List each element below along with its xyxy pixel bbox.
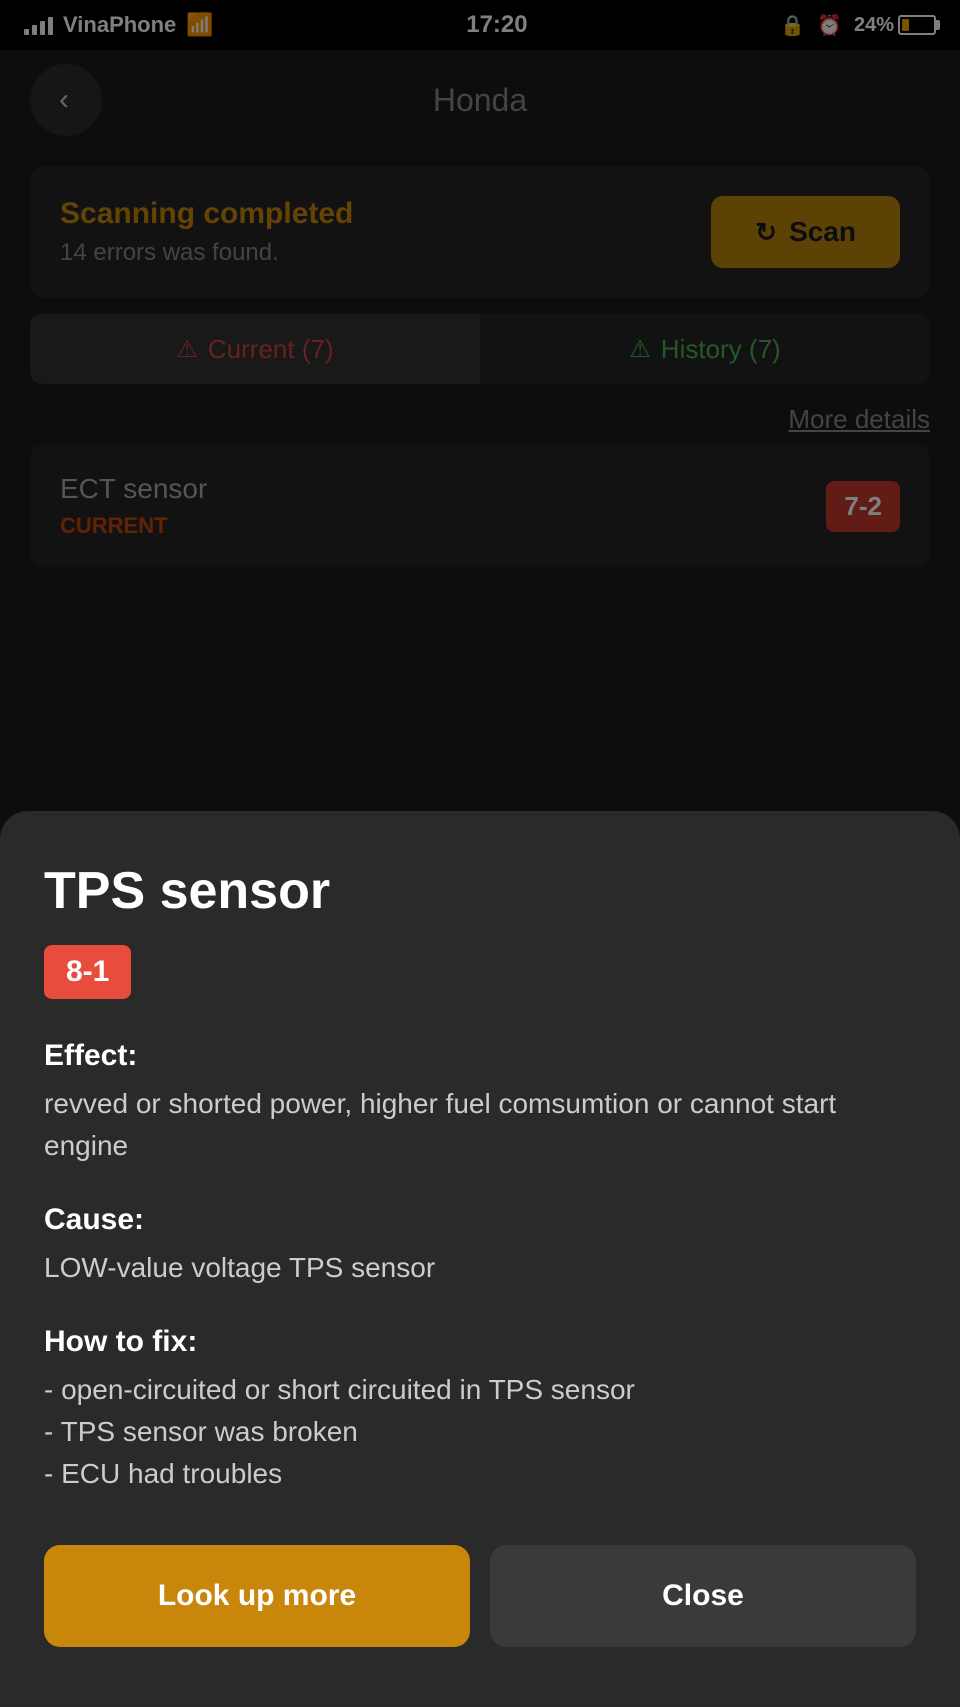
modal-actions: Look up more Close — [44, 1545, 916, 1647]
modal-effect-text: revved or shorted power, higher fuel com… — [44, 1083, 916, 1167]
lookup-button[interactable]: Look up more — [44, 1545, 470, 1647]
modal-effect-section: Effect: revved or shorted power, higher … — [44, 1039, 916, 1167]
modal-title: TPS sensor — [44, 861, 916, 921]
modal-sheet: TPS sensor 8-1 Effect: revved or shorted… — [0, 811, 960, 1707]
modal-cause-section: Cause: LOW-value voltage TPS sensor — [44, 1203, 916, 1289]
modal-cause-text: LOW-value voltage TPS sensor — [44, 1247, 916, 1289]
modal-cause-title: Cause: — [44, 1203, 916, 1237]
modal-effect-title: Effect: — [44, 1039, 916, 1073]
modal-code-badge: 8-1 — [44, 945, 131, 999]
modal-fix-title: How to fix: — [44, 1325, 916, 1359]
modal-fix-text: - open-circuited or short circuited in T… — [44, 1369, 916, 1495]
close-button[interactable]: Close — [490, 1545, 916, 1647]
modal-fix-section: How to fix: - open-circuited or short ci… — [44, 1325, 916, 1495]
